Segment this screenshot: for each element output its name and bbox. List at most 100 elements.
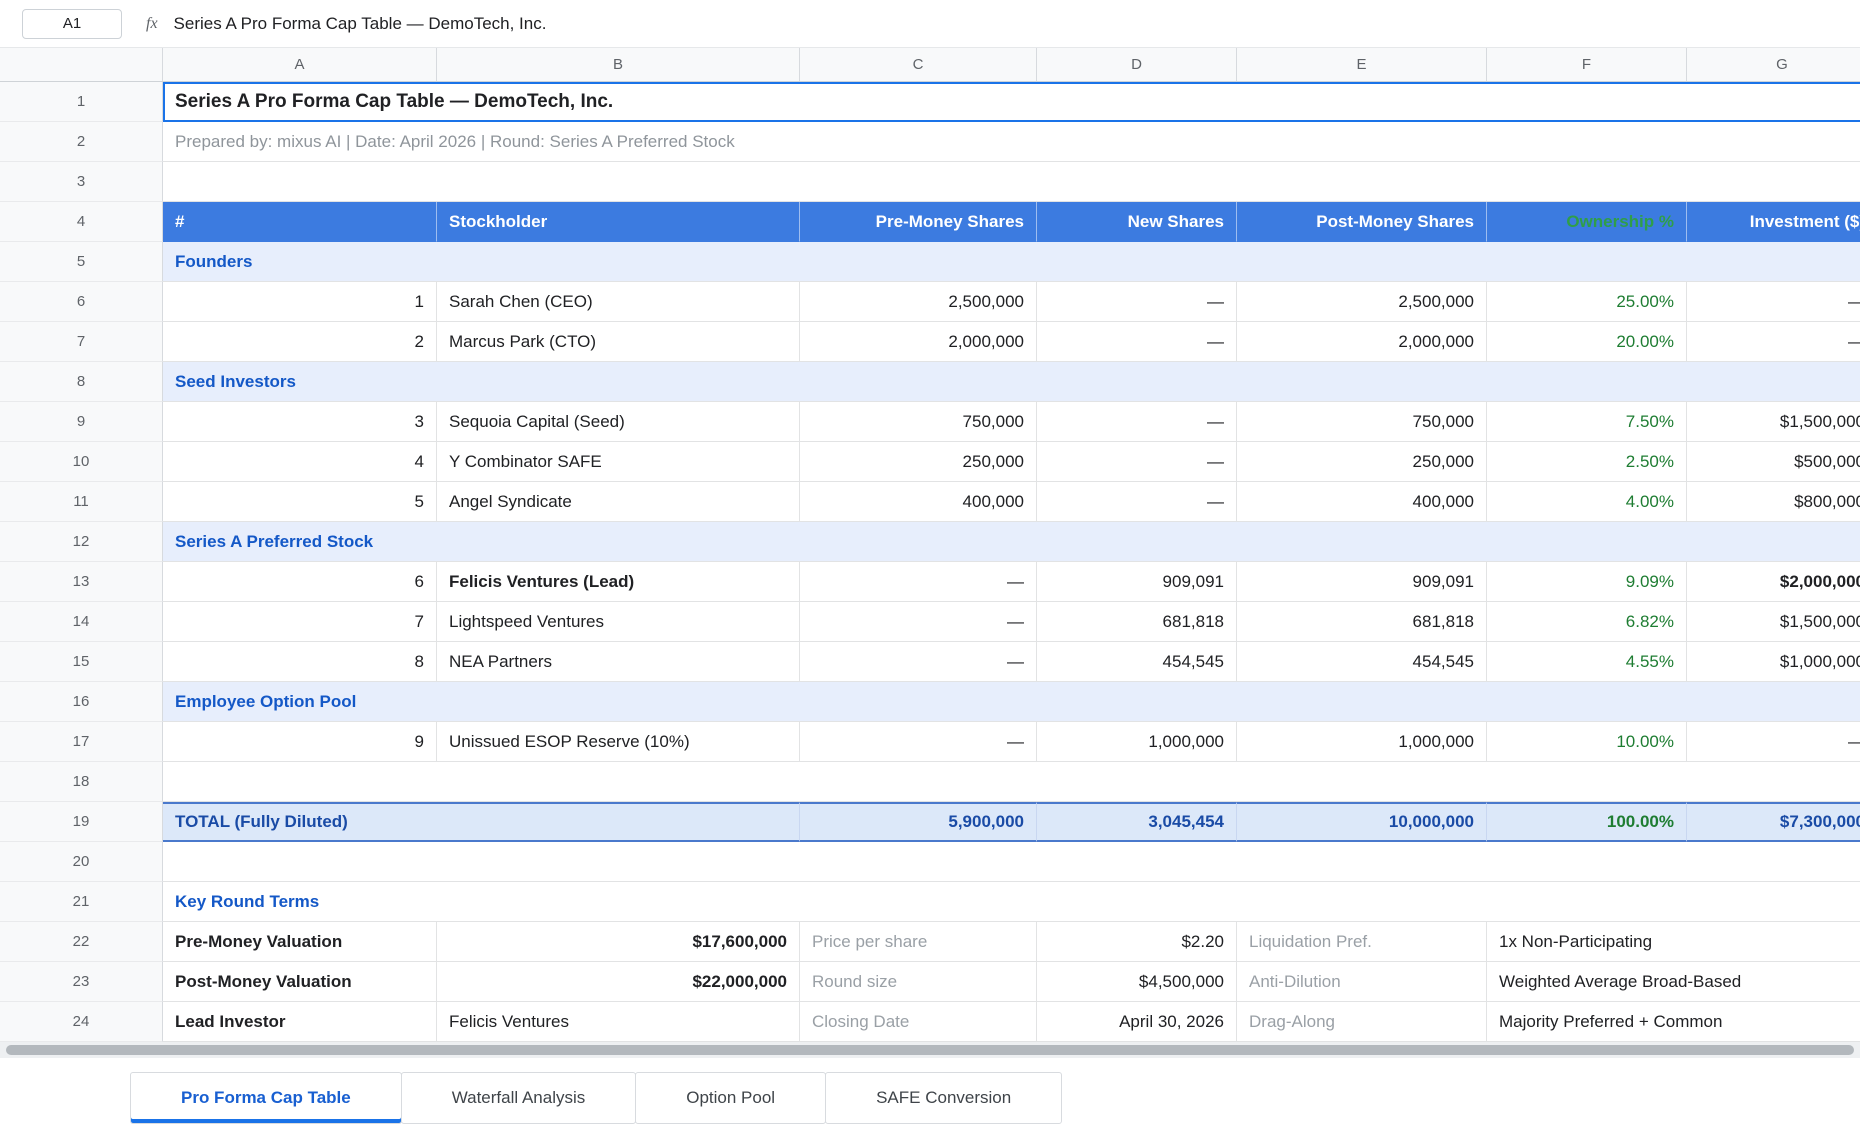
sheet-tab-option-pool[interactable]: Option Pool bbox=[635, 1072, 826, 1124]
cell-D15[interactable]: 454,545 bbox=[1037, 642, 1237, 682]
cell-G11[interactable]: $800,000 bbox=[1687, 482, 1860, 522]
row-header-13[interactable]: 13 bbox=[0, 562, 163, 602]
cell-D11[interactable]: — bbox=[1037, 482, 1237, 522]
cell-F23[interactable]: Weighted Average Broad-Based bbox=[1487, 962, 1860, 1002]
cell-E6[interactable]: 2,500,000 bbox=[1237, 282, 1487, 322]
cell-G6[interactable]: — bbox=[1687, 282, 1860, 322]
cell-A18[interactable] bbox=[163, 762, 1860, 802]
row-header-15[interactable]: 15 bbox=[0, 642, 163, 682]
cell-reference-box[interactable]: A1 bbox=[22, 9, 122, 39]
cell-B7[interactable]: Marcus Park (CTO) bbox=[437, 322, 800, 362]
column-header-D[interactable]: D bbox=[1037, 48, 1237, 81]
cell-F14[interactable]: 6.82% bbox=[1487, 602, 1687, 642]
cell-F11[interactable]: 4.00% bbox=[1487, 482, 1687, 522]
horizontal-scrollbar[interactable] bbox=[0, 1042, 1860, 1058]
cell-D24[interactable]: April 30, 2026 bbox=[1037, 1002, 1237, 1042]
cell-E10[interactable]: 250,000 bbox=[1237, 442, 1487, 482]
cell-A5[interactable]: Founders bbox=[163, 242, 1860, 282]
cell-F17[interactable]: 10.00% bbox=[1487, 722, 1687, 762]
row-header-8[interactable]: 8 bbox=[0, 362, 163, 402]
cell-G15[interactable]: $1,000,000 bbox=[1687, 642, 1860, 682]
cell-B22[interactable]: $17,600,000 bbox=[437, 922, 800, 962]
cell-F9[interactable]: 7.50% bbox=[1487, 402, 1687, 442]
cell-G19[interactable]: $7,300,000 bbox=[1687, 802, 1860, 842]
row-header-16[interactable]: 16 bbox=[0, 682, 163, 722]
cell-A13[interactable]: 6 bbox=[163, 562, 437, 602]
row-header-24[interactable]: 24 bbox=[0, 1002, 163, 1042]
column-header-E[interactable]: E bbox=[1237, 48, 1487, 81]
cell-A9[interactable]: 3 bbox=[163, 402, 437, 442]
cell-C9[interactable]: 750,000 bbox=[800, 402, 1037, 442]
cell-B24[interactable]: Felicis Ventures bbox=[437, 1002, 800, 1042]
formula-input[interactable]: Series A Pro Forma Cap Table — DemoTech,… bbox=[174, 14, 547, 34]
cell-B17[interactable]: Unissued ESOP Reserve (10%) bbox=[437, 722, 800, 762]
cell-A6[interactable]: 1 bbox=[163, 282, 437, 322]
cell-C22[interactable]: Price per share bbox=[800, 922, 1037, 962]
cell-A19[interactable]: TOTAL (Fully Diluted) bbox=[163, 802, 800, 842]
cell-D13[interactable]: 909,091 bbox=[1037, 562, 1237, 602]
select-all-corner[interactable] bbox=[0, 48, 163, 81]
scrollbar-thumb[interactable] bbox=[6, 1045, 1854, 1055]
cell-C17[interactable]: — bbox=[800, 722, 1037, 762]
cell-B10[interactable]: Y Combinator SAFE bbox=[437, 442, 800, 482]
cell-E23[interactable]: Anti-Dilution bbox=[1237, 962, 1487, 1002]
row-header-5[interactable]: 5 bbox=[0, 242, 163, 282]
cell-A14[interactable]: 7 bbox=[163, 602, 437, 642]
cell-C19[interactable]: 5,900,000 bbox=[800, 802, 1037, 842]
cell-D19[interactable]: 3,045,454 bbox=[1037, 802, 1237, 842]
cell-B23[interactable]: $22,000,000 bbox=[437, 962, 800, 1002]
row-header-23[interactable]: 23 bbox=[0, 962, 163, 1002]
column-header-F[interactable]: F bbox=[1487, 48, 1687, 81]
cell-A8[interactable]: Seed Investors bbox=[163, 362, 1860, 402]
row-header-2[interactable]: 2 bbox=[0, 122, 163, 162]
cell-A17[interactable]: 9 bbox=[163, 722, 437, 762]
cell-A22[interactable]: Pre-Money Valuation bbox=[163, 922, 437, 962]
cell-D17[interactable]: 1,000,000 bbox=[1037, 722, 1237, 762]
cell-A1[interactable]: Series A Pro Forma Cap Table — DemoTech,… bbox=[163, 82, 1860, 122]
cell-A24[interactable]: Lead Investor bbox=[163, 1002, 437, 1042]
cell-D6[interactable]: — bbox=[1037, 282, 1237, 322]
row-header-22[interactable]: 22 bbox=[0, 922, 163, 962]
cell-F19[interactable]: 100.00% bbox=[1487, 802, 1687, 842]
cell-G13[interactable]: $2,000,000 bbox=[1687, 562, 1860, 602]
cell-F7[interactable]: 20.00% bbox=[1487, 322, 1687, 362]
cell-A2[interactable]: Prepared by: mixus AI | Date: April 2026… bbox=[163, 122, 1860, 162]
cell-C13[interactable]: — bbox=[800, 562, 1037, 602]
cell-A21[interactable]: Key Round Terms bbox=[163, 882, 1860, 922]
cell-E19[interactable]: 10,000,000 bbox=[1237, 802, 1487, 842]
cell-G17[interactable]: — bbox=[1687, 722, 1860, 762]
row-header-10[interactable]: 10 bbox=[0, 442, 163, 482]
row-header-18[interactable]: 18 bbox=[0, 762, 163, 802]
cell-E14[interactable]: 681,818 bbox=[1237, 602, 1487, 642]
cell-C15[interactable]: — bbox=[800, 642, 1037, 682]
cell-B4[interactable]: Stockholder bbox=[437, 202, 800, 242]
cell-D7[interactable]: — bbox=[1037, 322, 1237, 362]
cell-D22[interactable]: $2.20 bbox=[1037, 922, 1237, 962]
row-header-7[interactable]: 7 bbox=[0, 322, 163, 362]
row-header-3[interactable]: 3 bbox=[0, 162, 163, 202]
row-header-12[interactable]: 12 bbox=[0, 522, 163, 562]
cell-F4[interactable]: Ownership % bbox=[1487, 202, 1687, 242]
cell-A12[interactable]: Series A Preferred Stock bbox=[163, 522, 1860, 562]
cell-A4[interactable]: # bbox=[163, 202, 437, 242]
row-header-20[interactable]: 20 bbox=[0, 842, 163, 882]
cell-E4[interactable]: Post-Money Shares bbox=[1237, 202, 1487, 242]
cell-A23[interactable]: Post-Money Valuation bbox=[163, 962, 437, 1002]
cell-C7[interactable]: 2,000,000 bbox=[800, 322, 1037, 362]
cell-G9[interactable]: $1,500,000 bbox=[1687, 402, 1860, 442]
row-header-6[interactable]: 6 bbox=[0, 282, 163, 322]
cell-D23[interactable]: $4,500,000 bbox=[1037, 962, 1237, 1002]
row-header-17[interactable]: 17 bbox=[0, 722, 163, 762]
cell-C14[interactable]: — bbox=[800, 602, 1037, 642]
cell-F15[interactable]: 4.55% bbox=[1487, 642, 1687, 682]
row-header-14[interactable]: 14 bbox=[0, 602, 163, 642]
cell-B9[interactable]: Sequoia Capital (Seed) bbox=[437, 402, 800, 442]
cell-G7[interactable]: — bbox=[1687, 322, 1860, 362]
cell-F10[interactable]: 2.50% bbox=[1487, 442, 1687, 482]
cell-D9[interactable]: — bbox=[1037, 402, 1237, 442]
cell-A7[interactable]: 2 bbox=[163, 322, 437, 362]
column-header-B[interactable]: B bbox=[437, 48, 800, 81]
cell-A11[interactable]: 5 bbox=[163, 482, 437, 522]
row-header-11[interactable]: 11 bbox=[0, 482, 163, 522]
row-header-1[interactable]: 1 bbox=[0, 82, 163, 122]
